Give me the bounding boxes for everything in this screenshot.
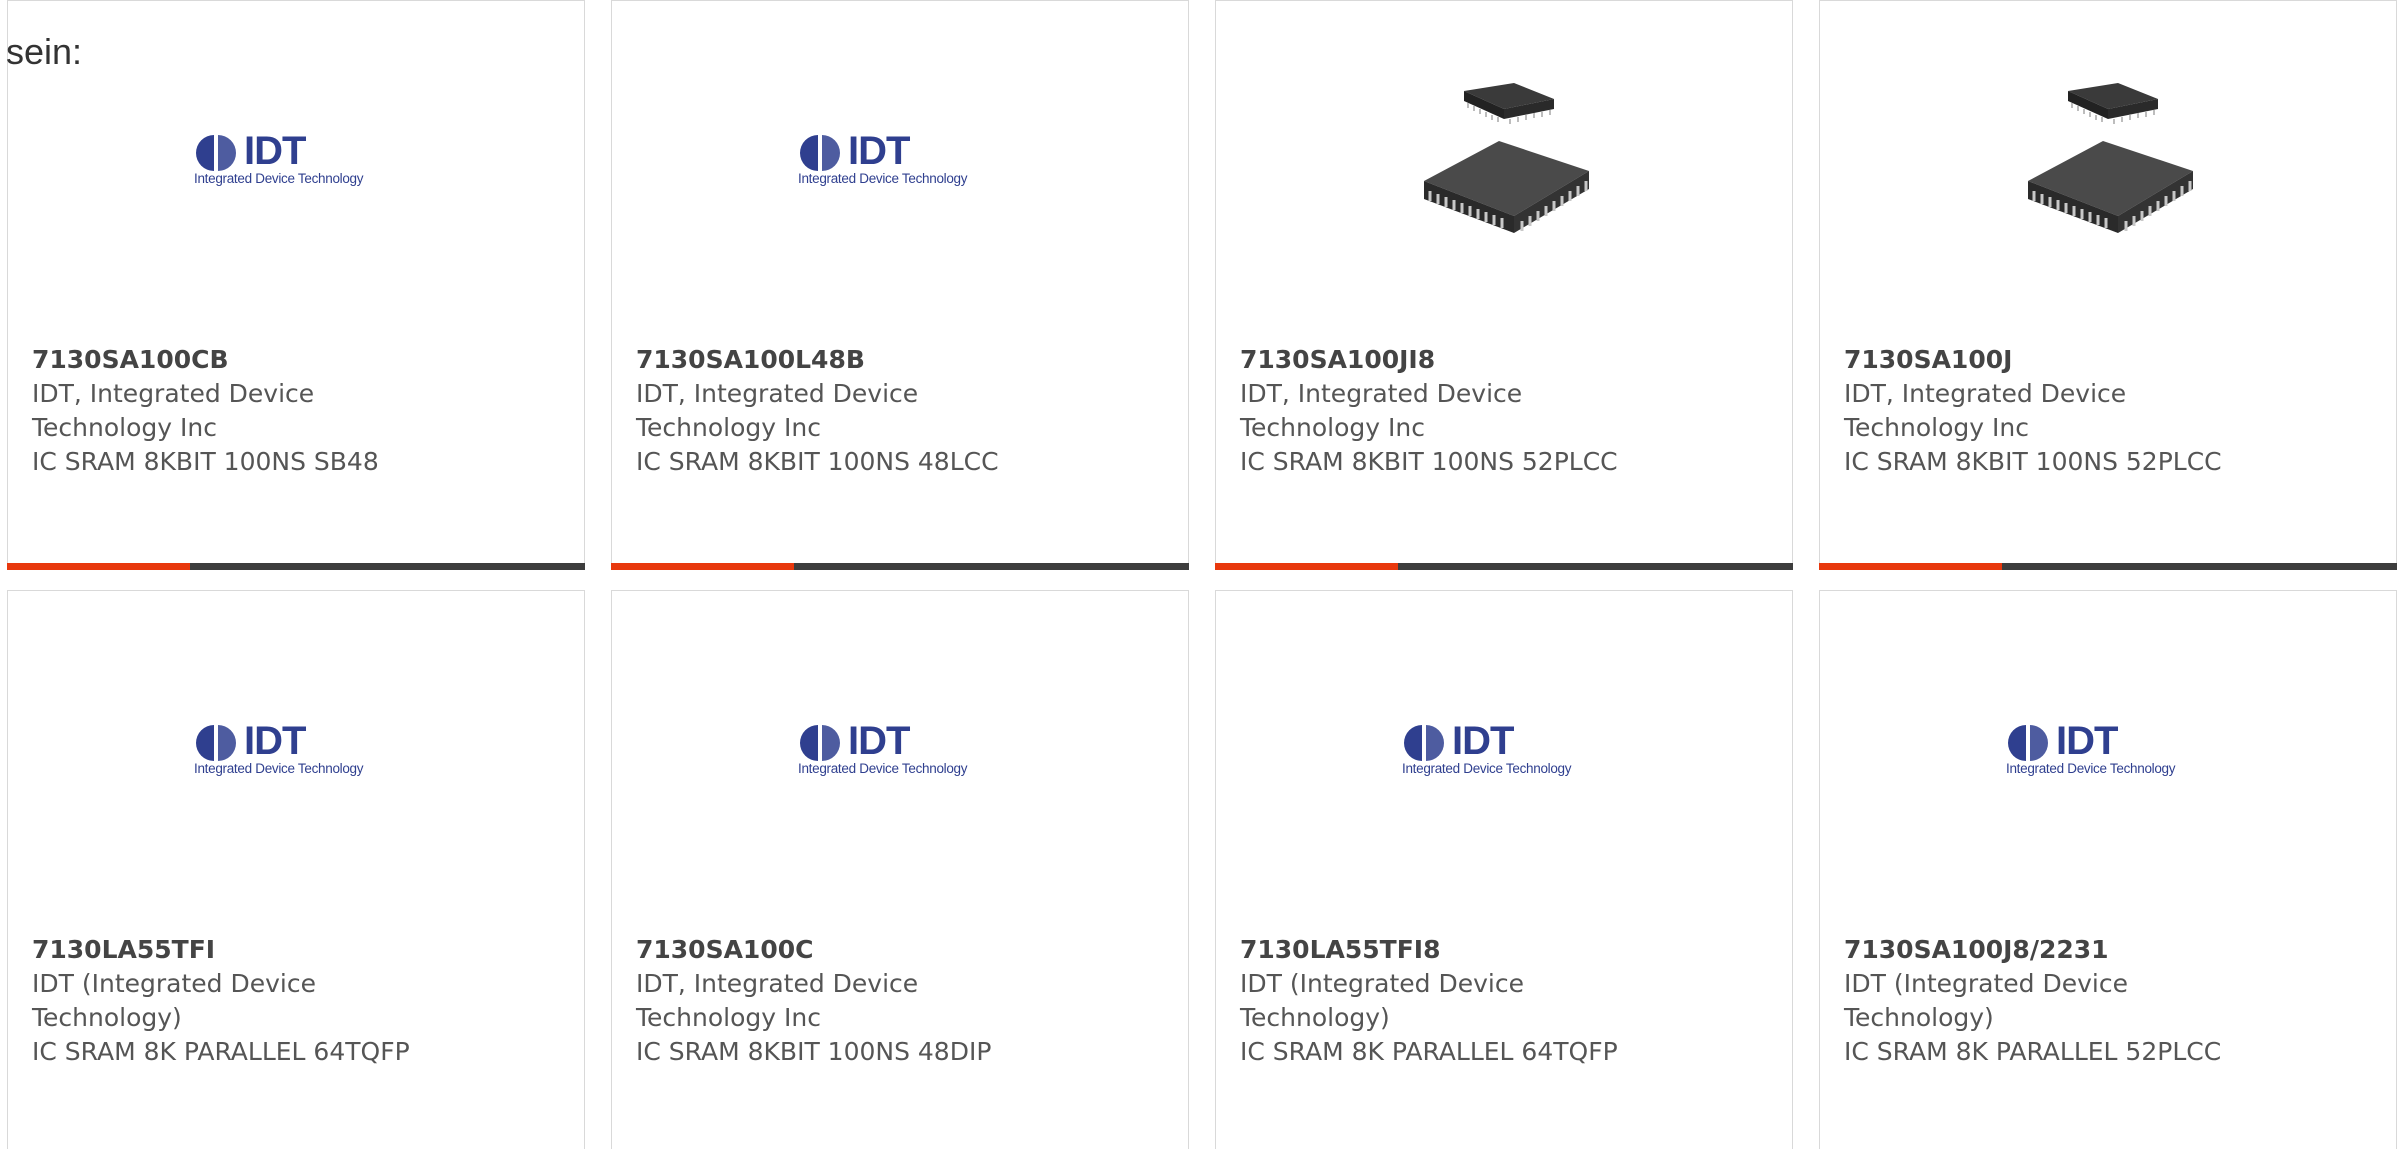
card-bottom-bar <box>7 563 585 570</box>
plcc-chip-icon <box>1424 83 1589 233</box>
idt-logo-icon: IDT Integrated Device Technology <box>194 129 398 189</box>
product-card[interactable]: IDT Integrated Device Technology 7130LA5… <box>7 590 585 1149</box>
product-card[interactable]: IDT Integrated Device Technology 7130SA1… <box>7 0 585 570</box>
card-accent-bar <box>1215 563 1398 570</box>
product-image[interactable]: IDT Integrated Device Technology <box>1820 591 2396 911</box>
idt-logo-tagline: Integrated Device Technology <box>194 761 364 776</box>
idt-mark-icon <box>1404 725 1444 761</box>
product-info: 7130LA55TFI8 IDT (Integrated Device Tech… <box>1240 933 1776 1069</box>
lead-text: sein: <box>6 31 83 72</box>
product-image[interactable]: IDT Integrated Device Technology <box>8 591 584 911</box>
idt-mark-icon <box>196 725 236 761</box>
card-bottom-bar <box>1215 563 1793 570</box>
idt-logo-icon: IDT Integrated Device Technology <box>2006 719 2210 779</box>
manufacturer: IDT, Integrated Device Technology Inc <box>636 969 919 1032</box>
product-card[interactable]: 7130SA100J IDT, Integrated Device Techno… <box>1819 0 2397 570</box>
idt-logo-tagline: Integrated Device Technology <box>798 171 968 186</box>
product-info: 7130SA100L48B IDT, Integrated Device Tec… <box>636 343 1172 479</box>
product-card-grid: IDT Integrated Device Technology 7130SA1… <box>7 0 2400 1149</box>
idt-logo-word: IDT <box>1452 719 1514 763</box>
description: IC SRAM 8KBIT 100NS SB48 <box>32 447 379 476</box>
idt-logo-tagline: Integrated Device Technology <box>2006 761 2176 776</box>
part-number[interactable]: 7130SA100J8/2231 <box>1844 933 2380 967</box>
description: IC SRAM 8K PARALLEL 52PLCC <box>1844 1037 2222 1066</box>
product-card[interactable]: IDT Integrated Device Technology 7130SA1… <box>611 590 1189 1149</box>
part-number[interactable]: 7130SA100L48B <box>636 343 1172 377</box>
card-bottom-bar <box>1819 563 2397 570</box>
product-card[interactable]: IDT Integrated Device Technology 7130LA5… <box>1215 590 1793 1149</box>
part-number[interactable]: 7130SA100J <box>1844 343 2380 377</box>
idt-logo-tagline: Integrated Device Technology <box>194 171 364 186</box>
idt-logo-word: IDT <box>244 129 306 173</box>
description: IC SRAM 8K PARALLEL 64TQFP <box>1240 1037 1618 1066</box>
product-info: 7130LA55TFI IDT (Integrated Device Techn… <box>32 933 568 1069</box>
idt-logo-icon: IDT Integrated Device Technology <box>194 719 398 779</box>
product-info: 7130SA100J IDT, Integrated Device Techno… <box>1844 343 2380 479</box>
product-image[interactable] <box>1216 1 1792 321</box>
idt-mark-icon <box>800 725 840 761</box>
product-image[interactable]: IDT Integrated Device Technology <box>8 1 584 321</box>
idt-logo-tagline: Integrated Device Technology <box>1402 761 1572 776</box>
idt-logo-word: IDT <box>2056 719 2118 763</box>
card-bottom-bar <box>611 563 1189 570</box>
manufacturer: IDT, Integrated Device Technology Inc <box>1844 379 2127 442</box>
manufacturer: IDT (Integrated Device Technology) <box>1240 969 1524 1032</box>
product-image[interactable] <box>1820 1 2396 321</box>
product-card[interactable]: IDT Integrated Device Technology 7130SA1… <box>1819 590 2397 1149</box>
plcc-chip-icon <box>2028 83 2193 233</box>
idt-logo-tagline: Integrated Device Technology <box>798 761 968 776</box>
card-accent-bar <box>1819 563 2002 570</box>
idt-logo-icon: IDT Integrated Device Technology <box>798 129 1002 189</box>
manufacturer: IDT, Integrated Device Technology Inc <box>636 379 919 442</box>
product-card[interactable]: IDT Integrated Device Technology 7130SA1… <box>611 0 1189 570</box>
manufacturer: IDT (Integrated Device Technology) <box>1844 969 2128 1032</box>
idt-logo-word: IDT <box>244 719 306 763</box>
idt-mark-icon <box>196 135 236 171</box>
product-image[interactable]: IDT Integrated Device Technology <box>612 591 1188 911</box>
product-info: 7130SA100J8/2231 IDT (Integrated Device … <box>1844 933 2380 1069</box>
part-number[interactable]: 7130SA100C <box>636 933 1172 967</box>
manufacturer: IDT (Integrated Device Technology) <box>32 969 316 1032</box>
idt-mark-icon <box>2008 725 2048 761</box>
manufacturer: IDT, Integrated Device Technology Inc <box>1240 379 1523 442</box>
description: IC SRAM 8KBIT 100NS 52PLCC <box>1240 447 1618 476</box>
product-grid-page: IDT Integrated Device Technology 7130SA1… <box>0 0 2400 1149</box>
product-image[interactable]: IDT Integrated Device Technology <box>612 1 1188 321</box>
description: IC SRAM 8K PARALLEL 64TQFP <box>32 1037 410 1066</box>
manufacturer: IDT, Integrated Device Technology Inc <box>32 379 315 442</box>
card-accent-bar <box>7 563 190 570</box>
part-number[interactable]: 7130LA55TFI8 <box>1240 933 1776 967</box>
idt-mark-icon <box>800 135 840 171</box>
description: IC SRAM 8KBIT 100NS 52PLCC <box>1844 447 2222 476</box>
part-number[interactable]: 7130SA100CB <box>32 343 568 377</box>
part-number[interactable]: 7130SA100JI8 <box>1240 343 1776 377</box>
description: IC SRAM 8KBIT 100NS 48DIP <box>636 1037 992 1066</box>
product-info: 7130SA100CB IDT, Integrated Device Techn… <box>32 343 568 479</box>
idt-logo-word: IDT <box>848 129 910 173</box>
idt-logo-icon: IDT Integrated Device Technology <box>798 719 1002 779</box>
part-number[interactable]: 7130LA55TFI <box>32 933 568 967</box>
description: IC SRAM 8KBIT 100NS 48LCC <box>636 447 999 476</box>
product-info: 7130SA100C IDT, Integrated Device Techno… <box>636 933 1172 1069</box>
product-info: 7130SA100JI8 IDT, Integrated Device Tech… <box>1240 343 1776 479</box>
product-image[interactable]: IDT Integrated Device Technology <box>1216 591 1792 911</box>
card-accent-bar <box>611 563 794 570</box>
idt-logo-icon: IDT Integrated Device Technology <box>1402 719 1606 779</box>
product-card[interactable]: 7130SA100JI8 IDT, Integrated Device Tech… <box>1215 0 1793 570</box>
idt-logo-word: IDT <box>848 719 910 763</box>
